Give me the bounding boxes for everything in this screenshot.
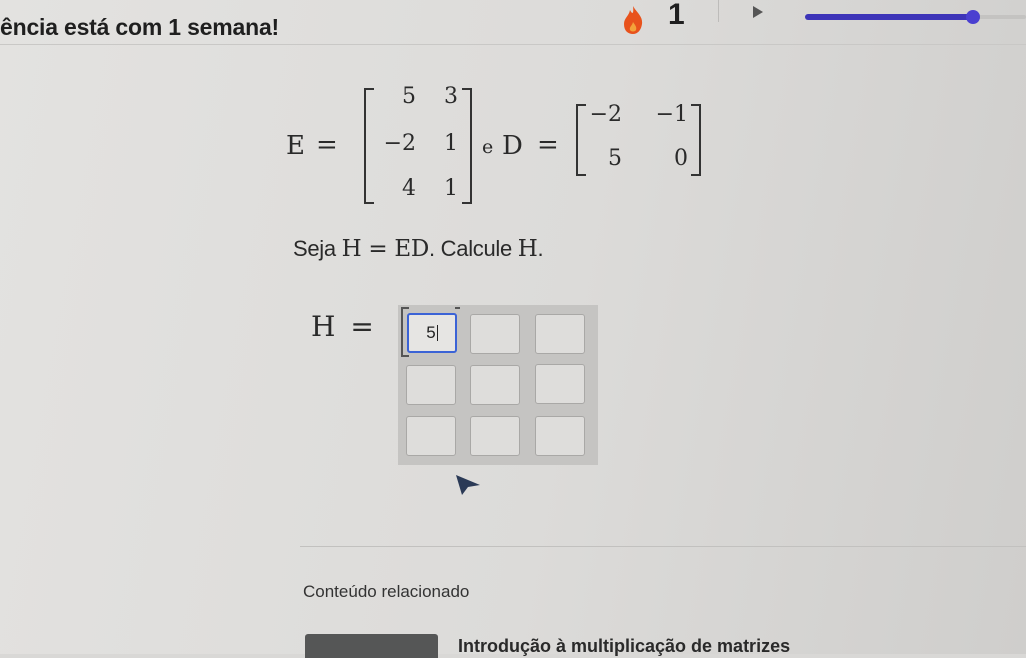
- matrix-e-left-bracket: [364, 88, 374, 204]
- matrix-definition: E = 5 3 −2 1 4 1 e D = −2 −1 5 0: [286, 84, 726, 210]
- answer-label: H =: [311, 310, 374, 343]
- answer-cell-value: [407, 417, 455, 455]
- streak-count: 1: [668, 0, 685, 31]
- video-thumbnail[interactable]: [305, 634, 438, 658]
- matrix-e-cell: 1: [444, 176, 458, 201]
- answer-variable: H: [311, 310, 336, 343]
- exercise-page: ência está com 1 semana! 1 E = 5 3 −2 1 …: [0, 0, 1026, 658]
- matrix-d-right-bracket: [691, 104, 701, 176]
- streak-message: ência está com 1 semana!: [0, 14, 280, 40]
- progress-fill: [805, 14, 973, 20]
- equals-sign: =: [537, 130, 559, 160]
- matrix-d-cell: 5: [608, 146, 622, 171]
- progress-knob: [965, 10, 980, 24]
- answer-cell-input[interactable]: [470, 365, 520, 405]
- answer-cell-input[interactable]: [406, 416, 456, 456]
- matrix-d-cell: −2: [589, 102, 622, 127]
- matrix-e-right-bracket: [462, 88, 472, 204]
- answer-cell-value: [471, 315, 519, 353]
- related-content-heading: Conteúdo relacionado: [303, 582, 470, 601]
- play-icon[interactable]: [752, 5, 764, 19]
- matrix-e-cell: 3: [444, 84, 458, 109]
- divider: [718, 0, 719, 22]
- section-divider: [300, 546, 1026, 547]
- text-caret: [436, 325, 438, 341]
- flame-icon: [624, 6, 643, 34]
- matrix-e-cell: 5: [402, 84, 416, 109]
- conjunction: e: [482, 136, 494, 158]
- answer-cell-value: [536, 417, 584, 455]
- answer-cell-value: [536, 315, 584, 353]
- answer-cell-input[interactable]: [535, 416, 585, 456]
- answer-cell-input[interactable]: [470, 314, 520, 354]
- header-divider: [0, 44, 1026, 45]
- equals-sign: =: [316, 130, 338, 160]
- answer-cell-input[interactable]: [535, 364, 585, 404]
- question-prompt: Seja H = ED. Calcule H.: [293, 236, 544, 262]
- answer-cell-value: [471, 417, 519, 455]
- progress-bar: [805, 10, 1026, 24]
- equals-sign: =: [350, 310, 374, 343]
- prompt-text: Seja: [293, 236, 336, 261]
- answer-cell-value: [407, 366, 455, 404]
- matrix-d-cell: 0: [674, 146, 688, 171]
- prompt-variable: H: [517, 236, 538, 262]
- prompt-text: . Calcule: [429, 236, 512, 261]
- answer-cell-input[interactable]: 5: [407, 313, 457, 353]
- matrix-e-cell: 1: [444, 131, 458, 156]
- prompt-equation: H = ED: [341, 236, 430, 262]
- matrix-e-cell: −2: [383, 131, 416, 156]
- answer-cell-input[interactable]: [470, 416, 520, 456]
- answer-cell-input[interactable]: [535, 314, 585, 354]
- matrix-e-label: E: [286, 131, 305, 161]
- prompt-text: .: [537, 236, 544, 261]
- answer-cell-value: 5: [426, 323, 436, 342]
- top-bar: ência está com 1 semana! 1: [0, 0, 1026, 46]
- matrix-d-cell: −1: [655, 102, 688, 127]
- mouse-pointer-icon: [456, 475, 480, 495]
- answer-cell-value: [471, 366, 519, 404]
- answer-cell-value: [536, 365, 584, 403]
- answer-cell-input[interactable]: [406, 365, 456, 405]
- matrix-e-cell: 4: [402, 176, 416, 201]
- matrix-d-label: D: [502, 131, 523, 161]
